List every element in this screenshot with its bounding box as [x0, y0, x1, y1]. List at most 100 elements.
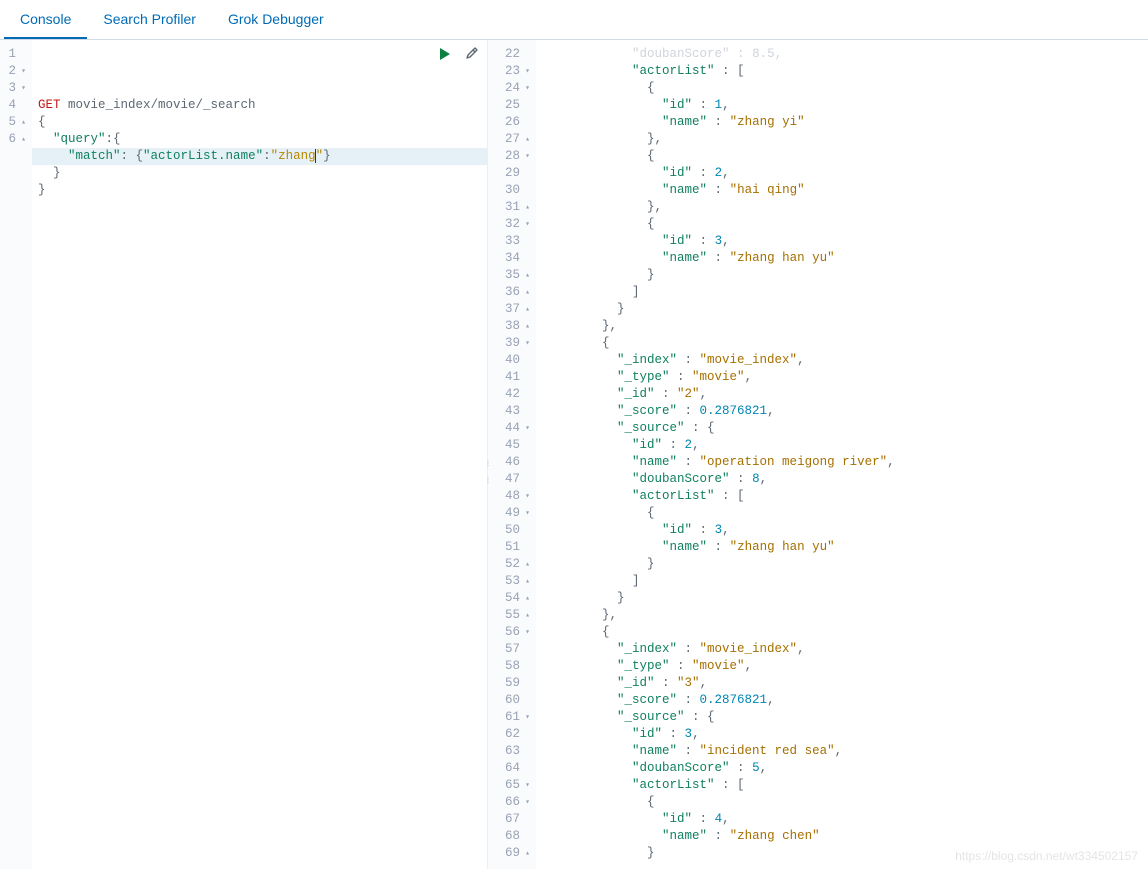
code-line[interactable]: { [542, 505, 1148, 522]
fold-open-icon[interactable]: ▾ [522, 505, 530, 522]
code-line[interactable]: "name" : "zhang chen" [542, 828, 1148, 845]
code-line[interactable]: "_type" : "movie", [542, 369, 1148, 386]
code-line[interactable]: } [542, 267, 1148, 284]
code-line[interactable]: "match": {"actorList.name":"zhang"} [32, 148, 487, 165]
code-line[interactable]: "name" : "zhang han yu" [542, 250, 1148, 267]
fold-open-icon[interactable]: ▾ [522, 420, 530, 437]
fold-close-icon[interactable]: ▴ [522, 590, 530, 607]
code-line[interactable]: "actorList" : [ [542, 63, 1148, 80]
code-line[interactable]: "_type" : "movie", [542, 658, 1148, 675]
code-line[interactable]: ] [542, 573, 1148, 590]
fold-close-icon[interactable]: ▴ [18, 131, 26, 148]
request-editor[interactable]: GET movie_index/movie/_search{ "query":{… [32, 40, 487, 869]
gutter-line: 63 [490, 743, 530, 760]
gutter-line: 30 [490, 182, 530, 199]
run-request-button[interactable] [437, 46, 453, 62]
code-line[interactable]: "doubanScore" : 5, [542, 760, 1148, 777]
response-viewer[interactable]: "doubanScore" : 8.5, "actorList" : [ { "… [536, 40, 1148, 869]
code-line[interactable]: "_id" : "3", [542, 675, 1148, 692]
code-line[interactable]: "actorList" : [ [542, 777, 1148, 794]
gutter-line: 34 [490, 250, 530, 267]
pane-resize-handle[interactable]: ⋮⋮ [485, 455, 491, 479]
code-line[interactable]: "id" : 3, [542, 726, 1148, 743]
code-line[interactable]: GET movie_index/movie/_search [38, 97, 487, 114]
code-line[interactable]: "doubanScore" : 8.5, [542, 46, 1148, 63]
code-line[interactable]: "doubanScore" : 8, [542, 471, 1148, 488]
code-line[interactable]: }, [542, 318, 1148, 335]
fold-close-icon[interactable]: ▴ [522, 556, 530, 573]
code-line[interactable]: } [542, 301, 1148, 318]
code-line[interactable]: "id" : 2, [542, 437, 1148, 454]
code-line[interactable]: "_source" : { [542, 709, 1148, 726]
gutter-line: 43 [490, 403, 530, 420]
fold-close-icon[interactable]: ▴ [522, 267, 530, 284]
code-line[interactable]: "name" : "hai qing" [542, 182, 1148, 199]
fold-close-icon[interactable]: ▴ [18, 114, 26, 131]
code-line[interactable]: "_id" : "2", [542, 386, 1148, 403]
fold-open-icon[interactable]: ▾ [522, 624, 530, 641]
fold-close-icon[interactable]: ▴ [522, 131, 530, 148]
code-line[interactable]: }, [542, 607, 1148, 624]
fold-open-icon[interactable]: ▾ [522, 216, 530, 233]
fold-open-icon[interactable]: ▾ [522, 63, 530, 80]
code-line[interactable]: "name" : "zhang yi" [542, 114, 1148, 131]
fold-open-icon[interactable]: ▾ [522, 794, 530, 811]
code-line[interactable]: { [542, 148, 1148, 165]
fold-close-icon[interactable]: ▴ [522, 199, 530, 216]
fold-close-icon[interactable]: ▴ [522, 284, 530, 301]
fold-open-icon[interactable]: ▾ [18, 80, 26, 97]
code-line[interactable]: ] [542, 284, 1148, 301]
code-line[interactable]: "id" : 3, [542, 233, 1148, 250]
fold-close-icon[interactable]: ▴ [522, 845, 530, 862]
code-line[interactable]: { [542, 216, 1148, 233]
fold-close-icon[interactable]: ▴ [522, 301, 530, 318]
fold-open-icon[interactable]: ▾ [522, 335, 530, 352]
gutter-line: 52▴ [490, 556, 530, 573]
code-line[interactable]: } [542, 556, 1148, 573]
code-line[interactable]: } [542, 590, 1148, 607]
gutter-line: 49▾ [490, 505, 530, 522]
code-line[interactable]: "_score" : 0.2876821, [542, 403, 1148, 420]
dev-tools-tabs: Console Search Profiler Grok Debugger [0, 0, 1148, 40]
fold-close-icon[interactable]: ▴ [522, 318, 530, 335]
code-line[interactable]: }, [542, 199, 1148, 216]
fold-close-icon[interactable]: ▴ [522, 607, 530, 624]
code-line[interactable]: "actorList" : [ [542, 488, 1148, 505]
gutter-line: 4 [2, 97, 26, 114]
code-line[interactable]: "id" : 1, [542, 97, 1148, 114]
code-line[interactable]: { [542, 794, 1148, 811]
gutter-line: 61▾ [490, 709, 530, 726]
fold-open-icon[interactable]: ▾ [522, 709, 530, 726]
code-line[interactable]: { [542, 624, 1148, 641]
fold-open-icon[interactable]: ▾ [522, 777, 530, 794]
code-line[interactable]: "id" : 2, [542, 165, 1148, 182]
code-line[interactable]: } [38, 182, 487, 199]
tab-search-profiler[interactable]: Search Profiler [87, 1, 212, 39]
code-line[interactable]: "_score" : 0.2876821, [542, 692, 1148, 709]
tab-console[interactable]: Console [4, 1, 87, 39]
code-line[interactable]: "name" : "operation meigong river", [542, 454, 1148, 471]
gutter-line: 1 [2, 46, 26, 63]
code-line[interactable]: "query":{ [38, 131, 487, 148]
code-line[interactable]: "id" : 3, [542, 522, 1148, 539]
request-editor-pane: 12▾3▾45▴6▴ GET movie_index/movie/_search… [0, 40, 488, 869]
code-line[interactable]: "_index" : "movie_index", [542, 641, 1148, 658]
code-line[interactable]: { [38, 114, 487, 131]
fold-open-icon[interactable]: ▾ [18, 63, 26, 80]
code-line[interactable]: "id" : 4, [542, 811, 1148, 828]
fold-close-icon[interactable]: ▴ [522, 573, 530, 590]
code-line[interactable]: }, [542, 131, 1148, 148]
fold-open-icon[interactable]: ▾ [522, 148, 530, 165]
gutter-line: 31▴ [490, 199, 530, 216]
code-line[interactable]: } [38, 165, 487, 182]
tab-grok-debugger[interactable]: Grok Debugger [212, 1, 340, 39]
code-line[interactable]: "name" : "zhang han yu" [542, 539, 1148, 556]
fold-open-icon[interactable]: ▾ [522, 488, 530, 505]
code-line[interactable]: { [542, 80, 1148, 97]
fold-open-icon[interactable]: ▾ [522, 80, 530, 97]
request-options-button[interactable] [463, 46, 479, 62]
code-line[interactable]: "name" : "incident red sea", [542, 743, 1148, 760]
code-line[interactable]: "_index" : "movie_index", [542, 352, 1148, 369]
code-line[interactable]: { [542, 335, 1148, 352]
code-line[interactable]: "_source" : { [542, 420, 1148, 437]
